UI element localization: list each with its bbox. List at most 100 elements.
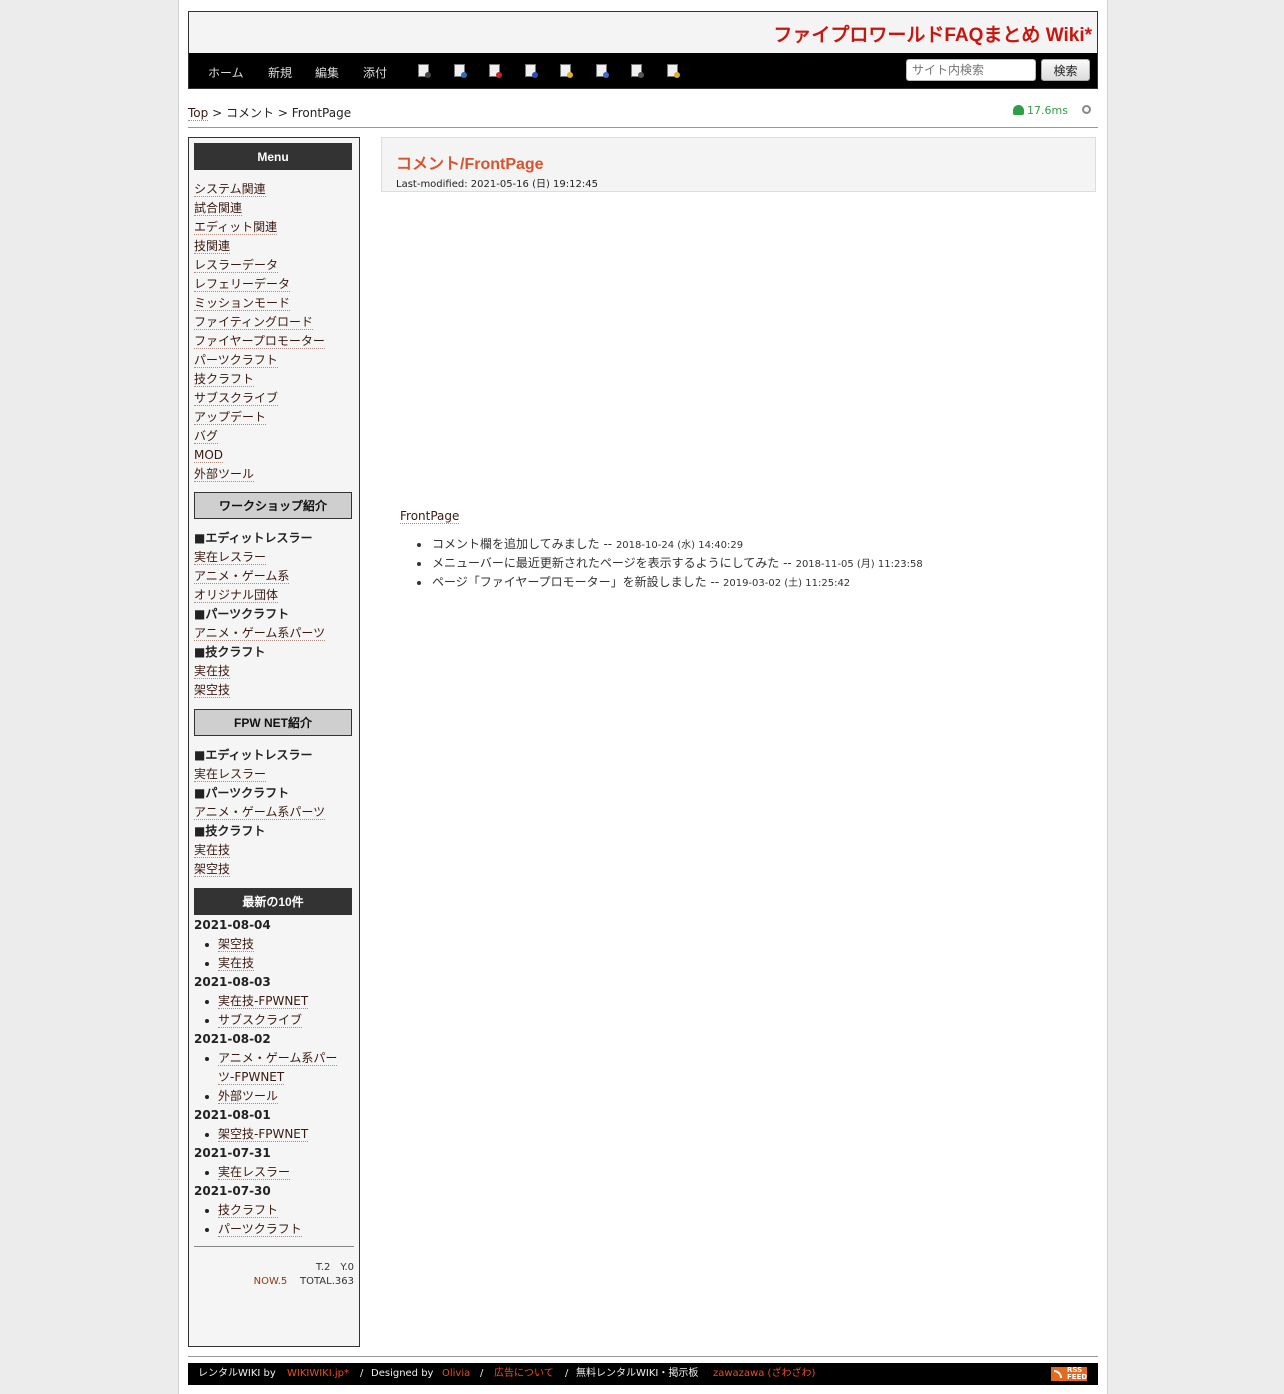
workshop-item-link[interactable]: アニメ・ゲーム系パーツ	[194, 626, 326, 641]
fpwnet-item[interactable]: 実在技	[194, 841, 325, 860]
frontpage-link[interactable]: FrontPage	[400, 509, 460, 524]
recent-item[interactable]: 外部ツール	[194, 1087, 354, 1106]
menu-item-link[interactable]: 外部ツール	[194, 467, 255, 482]
fpwnet-item-link[interactable]: 実在技	[194, 843, 231, 858]
fpwnet-item[interactable]: 実在レスラー	[194, 765, 325, 784]
search-input[interactable]	[906, 59, 1036, 81]
footer-olivia-link[interactable]: Olivia	[442, 1363, 470, 1385]
menu-item[interactable]: システム関連	[194, 180, 325, 199]
comment-text: メニューバーに最近更新されたページを表示するようにしてみた --	[432, 556, 796, 570]
menu-item-link[interactable]: 試合関連	[194, 201, 243, 216]
fpwnet-item[interactable]: アニメ・ゲーム系パーツ	[194, 803, 326, 822]
help-icon[interactable]	[667, 64, 680, 78]
menu-item[interactable]: レフェリーデータ	[194, 275, 325, 294]
nav-attach[interactable]: 添付	[363, 64, 387, 81]
menu-item[interactable]: サブスクライブ	[194, 389, 325, 408]
gear-icon[interactable]	[1082, 105, 1091, 114]
menu-item-link[interactable]: MOD	[194, 448, 224, 463]
fpwnet-item[interactable]: 架空技	[194, 860, 325, 879]
workshop-item-link[interactable]: オリジナル団体	[194, 588, 279, 603]
nav-new[interactable]: 新規	[268, 64, 292, 81]
menu-item-link[interactable]: サブスクライブ	[194, 391, 279, 406]
menu-item-link[interactable]: ファイヤープロモーター	[194, 334, 325, 349]
menu-item[interactable]: バグ	[194, 427, 325, 446]
menu-item[interactable]: 技関連	[194, 237, 325, 256]
recent-item-link[interactable]: ツ-FPWNET	[218, 1070, 285, 1085]
breadcrumb-top[interactable]: Top	[188, 106, 209, 121]
backup-icon[interactable]	[489, 64, 502, 78]
menu-item[interactable]: ファイティングロード	[194, 313, 325, 332]
menu-item[interactable]: ミッションモード	[194, 294, 325, 313]
recent-item-link[interactable]: アニメ・ゲーム系パー	[218, 1051, 338, 1066]
menu-item-link[interactable]: レフェリーデータ	[194, 277, 291, 292]
recent-item-link[interactable]: 技クラフト	[218, 1203, 279, 1218]
recent-item[interactable]: 実在技-FPWNET	[194, 992, 354, 1011]
copy-icon[interactable]	[418, 64, 431, 78]
recent-item[interactable]: サブスクライブ	[194, 1011, 354, 1030]
nav-home[interactable]: ホーム	[208, 64, 244, 81]
recent-item[interactable]: 実在技	[194, 954, 354, 973]
workshop-item[interactable]: アニメ・ゲーム系パーツ	[194, 624, 326, 643]
menu-item-link[interactable]: エディット関連	[194, 220, 278, 235]
recent-item-link[interactable]: 外部ツール	[218, 1089, 279, 1104]
workshop-item-link[interactable]: 実在技	[194, 664, 231, 679]
recent-item[interactable]: 実在レスラー	[194, 1163, 354, 1182]
workshop-item[interactable]: オリジナル団体	[194, 586, 325, 605]
menu-item[interactable]: パーツクラフト	[194, 351, 325, 370]
lock-icon[interactable]	[560, 64, 573, 78]
menu-item[interactable]: 技クラフト	[194, 370, 325, 389]
recent-item[interactable]: 技クラフト	[194, 1201, 354, 1220]
menu-item-link[interactable]: バグ	[194, 429, 219, 444]
menu-item-link[interactable]: アップデート	[194, 410, 267, 425]
list-icon[interactable]	[631, 64, 644, 78]
menu-item-link[interactable]: 技クラフト	[194, 372, 255, 387]
site-title[interactable]: ファイプロワールドFAQまとめ Wiki*	[773, 20, 1092, 47]
recent-item-link[interactable]: 架空技	[218, 937, 255, 952]
recent-item[interactable]: 架空技	[194, 935, 354, 954]
recent-item[interactable]: ツ-FPWNET	[194, 1068, 354, 1087]
recent-item-link[interactable]: サブスクライブ	[218, 1013, 303, 1028]
recent-item-link[interactable]: 実在レスラー	[218, 1165, 291, 1180]
nav-edit[interactable]: 編集	[315, 64, 339, 81]
recent-item[interactable]: パーツクラフト	[194, 1220, 354, 1239]
rss-feed-icon[interactable]: RSS FEED	[1051, 1367, 1087, 1381]
recent-item-link[interactable]: パーツクラフト	[218, 1222, 302, 1237]
footer-zawazawa-link[interactable]: zawazawa (ざわざわ)	[713, 1363, 815, 1385]
recent-item-link[interactable]: 実在技	[218, 956, 255, 971]
menu-item-link[interactable]: 技関連	[194, 239, 231, 254]
workshop-item-link[interactable]: 実在レスラー	[194, 550, 267, 565]
workshop-item[interactable]: 実在レスラー	[194, 548, 325, 567]
menu-item[interactable]: アップデート	[194, 408, 325, 427]
workshop-item[interactable]: 実在技	[194, 662, 325, 681]
page-header: コメント/FrontPage Last-modified: 2021-05-16…	[381, 137, 1096, 192]
menu-item-link[interactable]: ミッションモード	[194, 296, 291, 311]
menu-item[interactable]: 試合関連	[194, 199, 325, 218]
menu-item[interactable]: エディット関連	[194, 218, 325, 237]
fpwnet-item-link[interactable]: アニメ・ゲーム系パーツ	[194, 805, 326, 820]
menu-item-link[interactable]: パーツクラフト	[194, 353, 278, 368]
menu-item[interactable]: MOD	[194, 446, 325, 465]
page-title[interactable]: コメント/FrontPage	[396, 150, 544, 174]
save-icon[interactable]	[525, 64, 538, 78]
recent-item-link[interactable]: 架空技-FPWNET	[218, 1127, 309, 1142]
footer-wikiwiki-link[interactable]: WIKIWIKI.jp*	[287, 1363, 349, 1385]
menu-item[interactable]: 外部ツール	[194, 465, 325, 484]
menu-item[interactable]: ファイヤープロモーター	[194, 332, 325, 351]
fpwnet-item-link[interactable]: 架空技	[194, 862, 231, 877]
recent-item[interactable]: 架空技-FPWNET	[194, 1125, 354, 1144]
footer-ads-link[interactable]: 広告について	[494, 1363, 554, 1385]
fpwnet-item-link[interactable]: 実在レスラー	[194, 767, 267, 782]
recent-item-link[interactable]: 実在技-FPWNET	[218, 994, 309, 1009]
recent-item[interactable]: アニメ・ゲーム系パー	[194, 1049, 354, 1068]
menu-item-link[interactable]: システム関連	[194, 182, 266, 197]
workshop-item-link[interactable]: 架空技	[194, 683, 231, 698]
search-button[interactable]: 検索	[1041, 59, 1090, 81]
workshop-item[interactable]: 架空技	[194, 681, 325, 700]
menu-item[interactable]: レスラーデータ	[194, 256, 325, 275]
workshop-item[interactable]: アニメ・ゲーム系	[194, 567, 325, 586]
diff-icon[interactable]	[454, 64, 467, 78]
menu-item-link[interactable]: レスラーデータ	[194, 258, 279, 273]
menu-item-link[interactable]: ファイティングロード	[194, 315, 314, 330]
pages-icon[interactable]	[596, 64, 609, 78]
workshop-item-link[interactable]: アニメ・ゲーム系	[194, 569, 290, 584]
